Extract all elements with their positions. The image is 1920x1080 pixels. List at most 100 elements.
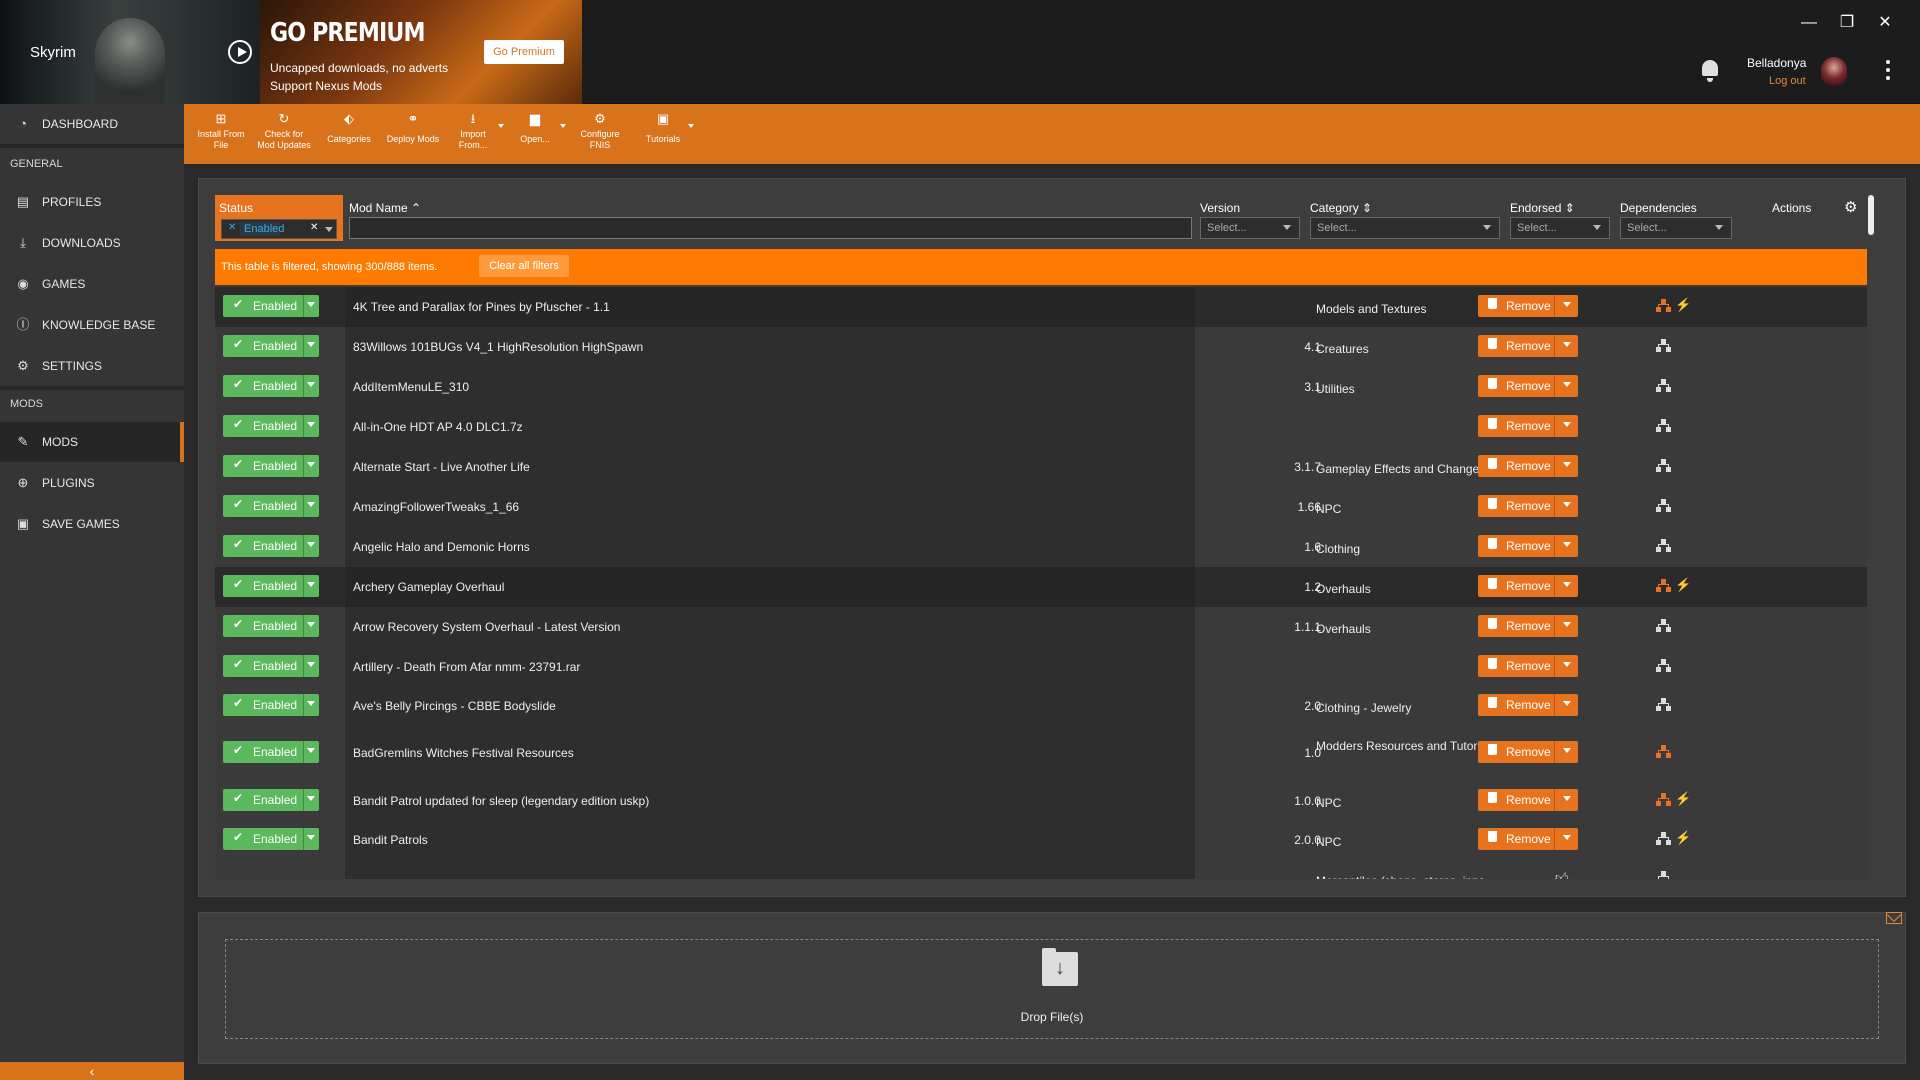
enabled-toggle-button[interactable]: ✔ Enabled — [223, 335, 319, 357]
enabled-toggle-button[interactable]: ✔ Enabled — [223, 694, 319, 716]
close-button[interactable]: ✕ — [1874, 12, 1896, 34]
endorsed-column-header[interactable]: Endorsed ⇕ — [1510, 201, 1575, 215]
categories-button[interactable]: ⬖ Categories — [324, 112, 374, 162]
table-row[interactable]: ✔ Enabled Angelic Halo and Demonic Horns 1.… — [215, 527, 1867, 567]
table-row[interactable]: ✔ Enabled Bandit Patrol updated for sleep … — [215, 781, 1867, 821]
drop-zone[interactable]: Drop File(s) — [225, 939, 1879, 1039]
open-button[interactable]: ▆ Open... — [514, 112, 566, 162]
chevron-down-icon[interactable] — [307, 582, 315, 587]
remove-button[interactable]: Remove — [1478, 535, 1562, 557]
category-column-header[interactable]: Category ⇕ — [1310, 201, 1372, 215]
remove-dropdown-button[interactable] — [1554, 828, 1578, 850]
mod-name-filter-input[interactable] — [349, 217, 1192, 239]
remove-button[interactable]: Remove — [1478, 455, 1562, 477]
dependencies-icon[interactable] — [1656, 499, 1672, 513]
dependencies-icon[interactable] — [1656, 339, 1672, 353]
play-icon[interactable] — [228, 40, 252, 64]
chevron-down-icon[interactable] — [307, 462, 315, 467]
remove-chip-icon[interactable]: ✕ — [228, 222, 236, 233]
chevron-down-icon[interactable] — [307, 342, 315, 347]
status-column-header[interactable]: Status ✕ Enabled ✕ — [215, 195, 343, 241]
remove-dropdown-button[interactable] — [1554, 495, 1578, 517]
remove-dropdown-button[interactable] — [1554, 415, 1578, 437]
deploy-mods-button[interactable]: ⚭ Deploy Mods — [384, 112, 442, 162]
chevron-down-icon[interactable] — [325, 227, 333, 232]
remove-button[interactable]: Remove — [1478, 789, 1562, 811]
sidebar-item-mods[interactable]: ✎ MODS — [0, 422, 184, 462]
chevron-down-icon[interactable] — [307, 622, 315, 627]
table-row[interactable]: ✔ Enabled Ave's Belly Pircings - CBBE Body… — [215, 687, 1867, 725]
dependencies-icon[interactable] — [1656, 299, 1672, 313]
table-row[interactable]: ✔ Enabled Bandit Patrols 2.0.0 NPC ⚡ Remove — [215, 821, 1867, 859]
endorsed-filter-select[interactable]: Select... — [1510, 217, 1610, 239]
dependencies-icon[interactable] — [1656, 539, 1672, 553]
table-row[interactable]: ✔ Enabled All-in-One HDT AP 4.0 DLC1.7z Rem… — [215, 407, 1867, 447]
dependencies-icon[interactable] — [1656, 793, 1672, 807]
version-filter-select[interactable]: Select... — [1200, 217, 1300, 239]
remove-dropdown-button[interactable] — [1554, 655, 1578, 677]
sidebar-item-knowledge-base[interactable]: ⓘ KNOWLEDGE BASE — [0, 305, 184, 345]
import-from-button[interactable]: ⭳ Import From... — [452, 112, 504, 162]
remove-button[interactable]: Remove — [1478, 741, 1562, 763]
remove-dropdown-button[interactable] — [1554, 455, 1578, 477]
dependencies-filter-select[interactable]: Select... — [1620, 217, 1732, 239]
remove-dropdown-button[interactable] — [1554, 295, 1578, 317]
enabled-toggle-button[interactable]: ✔ Enabled — [223, 455, 319, 477]
enabled-toggle-button[interactable]: ✔ Enabled — [223, 415, 319, 437]
table-scrollbar[interactable] — [1868, 195, 1874, 235]
remove-dropdown-button[interactable] — [1554, 789, 1578, 811]
chevron-down-icon[interactable] — [307, 796, 315, 801]
sidebar-item-save-games[interactable]: ▣ SAVE GAMES — [0, 504, 184, 544]
dependencies-icon[interactable] — [1656, 871, 1672, 879]
enabled-toggle-button[interactable]: ✔ Enabled — [223, 655, 319, 677]
chevron-down-icon[interactable] — [307, 542, 315, 547]
configure-fnis-button[interactable]: ⚙ Configure FNIS — [576, 112, 624, 162]
remove-dropdown-button[interactable] — [1554, 694, 1578, 716]
table-row[interactable]: ✔ Enabled Alternate Start - Live Another L… — [215, 447, 1867, 487]
dependencies-icon[interactable] — [1656, 698, 1672, 712]
remove-dropdown-button[interactable] — [1554, 375, 1578, 397]
mail-icon[interactable] — [1886, 912, 1902, 924]
enabled-toggle-button[interactable]: ✔ Enabled — [223, 575, 319, 597]
endorse-thumbs-up-icon[interactable]: 👍︎ — [1555, 870, 1569, 879]
table-row[interactable]: ✔EnabledMercantiles (shops, stores, inns… — [215, 859, 1867, 879]
go-premium-button[interactable]: Go Premium — [484, 40, 564, 64]
game-banner[interactable]: Skyrim — [0, 0, 260, 104]
table-settings-gear-icon[interactable]: ⚙ — [1844, 200, 1858, 215]
sidebar-collapse-button[interactable]: ‹ — [0, 1062, 184, 1080]
sidebar-item-dashboard[interactable]: ◔ DASHBOARD — [0, 104, 184, 144]
remove-dropdown-button[interactable] — [1554, 615, 1578, 637]
notification-bell-icon[interactable] — [1700, 60, 1720, 82]
remove-button[interactable]: Remove — [1478, 295, 1562, 317]
dependencies-icon[interactable] — [1656, 419, 1672, 433]
table-row[interactable]: ✔ Enabled AmazingFollowerTweaks_1_66 1.66 NP… — [215, 487, 1867, 527]
enabled-toggle-button[interactable]: ✔ Enabled — [223, 741, 319, 763]
sidebar-item-games[interactable]: ◉ GAMES — [0, 264, 184, 304]
enabled-toggle-button[interactable]: ✔ Enabled — [223, 535, 319, 557]
remove-dropdown-button[interactable] — [1554, 575, 1578, 597]
enabled-toggle-button[interactable]: ✔ Enabled — [223, 495, 319, 517]
remove-dropdown-button[interactable] — [1554, 535, 1578, 557]
chevron-down-icon[interactable] — [307, 701, 315, 706]
enabled-toggle-button[interactable]: ✔ Enabled — [223, 789, 319, 811]
clear-all-filters-button[interactable]: Clear all filters — [479, 255, 569, 277]
table-row[interactable]: ✔EnabledAddItemMenuLE_3103.1Utilities👍︎R… — [215, 367, 1867, 407]
remove-dropdown-button[interactable] — [1554, 335, 1578, 357]
avatar[interactable] — [1821, 57, 1847, 87]
chevron-down-icon[interactable] — [307, 302, 315, 307]
dependencies-icon[interactable] — [1656, 832, 1672, 846]
version-column-header[interactable]: Version — [1200, 201, 1240, 215]
clear-filter-icon[interactable]: ✕ — [310, 222, 318, 233]
sidebar-item-profiles[interactable]: ▤ PROFILES — [0, 182, 184, 222]
remove-button[interactable]: Remove — [1478, 415, 1562, 437]
chevron-down-icon[interactable] — [307, 502, 315, 507]
chevron-down-icon[interactable] — [307, 662, 315, 667]
minimize-button[interactable]: — — [1798, 12, 1820, 34]
install-from-file-button[interactable]: ⊞ Install From File — [196, 112, 246, 162]
remove-button[interactable]: Remove — [1478, 375, 1562, 397]
chevron-down-icon[interactable] — [307, 835, 315, 840]
sidebar-item-settings[interactable]: ⚙ SETTINGS — [0, 346, 184, 386]
enabled-toggle-button[interactable]: ✔ Enabled — [223, 615, 319, 637]
category-filter-select[interactable]: Select... — [1310, 217, 1500, 239]
status-filter-select[interactable]: ✕ Enabled ✕ — [221, 219, 337, 239]
